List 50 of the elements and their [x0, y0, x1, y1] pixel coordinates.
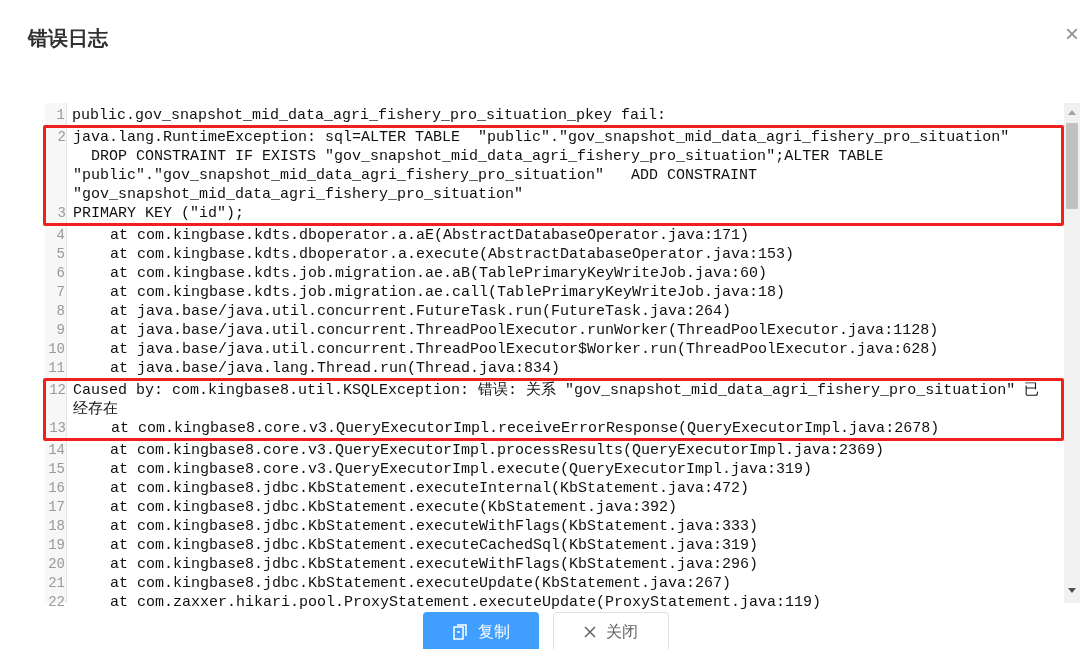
line-number: 3: [56, 204, 67, 223]
line-number: 21: [47, 574, 66, 593]
log-line: at java.base/java.util.concurrent.FutureTask.run(FutureTask.java:264): [109, 302, 732, 321]
copy-icon: [451, 624, 468, 640]
log-line: at com.kingbase8.core.v3.QueryExecutorImpl.execute(QueryExecutorImpl.java:319): [109, 460, 813, 479]
log-line: at com.kingbase8.jdbc.KbStatement.executeCachedSql(KbStatement.java:319): [109, 536, 759, 555]
line-number: 1: [55, 106, 66, 125]
log-line: at com.zaxxer.hikari.pool.ProxyStatement.executeUpdate(ProxyStatement.java:119): [109, 593, 822, 612]
log-line: java.lang.RuntimeException: sql=ALTER TABLE "public"."gov_snapshot_mid_data_agri_fishery_pro_situation" DROP CONSTRAINT IF EXISTS "gov_snapshot_mid_data_agri_fishery_pro_situation";ALTER TABLE "public"."gov_snapshot_mid_data_agri_fishery_pro_situation" ADD CONSTRAINT "gov_snapshot_mid_data_agri_fishery_pro_situation": [73, 128, 1010, 204]
log-line: at java.base/java.lang.Thread.run(Thread.java:834): [109, 359, 561, 378]
line-number: 11: [47, 359, 66, 378]
log-line: public.gov_snapshot_mid_data_agri_fishery_pro_situation_pkey fail:: [72, 106, 667, 125]
log-line: at java.base/java.util.concurrent.ThreadPoolExecutor.runWorker(ThreadPoolExecutor.java:1128): [109, 321, 939, 340]
line-number: 7: [55, 283, 66, 302]
line-number: 19: [47, 536, 66, 555]
log-line: at com.kingbase.kdts.dboperator.a.execute(AbstractDatabaseOperator.java:153): [109, 245, 795, 264]
line-number: 17: [47, 498, 66, 517]
line-number: 13: [48, 419, 67, 438]
line-number: 14: [47, 441, 66, 460]
close-button[interactable]: ×: [1065, 22, 1079, 46]
copy-button[interactable]: 复制: [422, 612, 539, 649]
log-line: at com.kingbase8.jdbc.KbStatement.execute(KbStatement.java:392): [109, 498, 678, 517]
line-number: 5: [55, 245, 66, 264]
log-line: at com.kingbase.kdts.job.migration.ae.aB(TablePrimaryKeyWriteJob.java:60): [109, 264, 768, 283]
close-icon: [583, 626, 596, 638]
line-number: 4: [55, 226, 66, 245]
line-number: 20: [47, 555, 66, 574]
line-number: 18: [47, 517, 66, 536]
log-line: at com.kingbase8.core.v3.QueryExecutorImpl.receiveErrorResponse(QueryExecutorImpl.java:2678): [110, 419, 940, 438]
line-number: 9: [55, 321, 66, 340]
line-number: 15: [47, 460, 66, 479]
line-number: 12: [48, 381, 67, 400]
line-number: 22: [47, 593, 66, 612]
line-number: 16: [47, 479, 66, 498]
log-line: at java.base/java.util.concurrent.ThreadPoolExecutor$Worker.run(ThreadPoolExecutor.java:628): [109, 340, 939, 359]
log-line: at com.kingbase8.jdbc.KbStatement.executeInternal(KbStatement.java:472): [109, 479, 750, 498]
line-number: 8: [55, 302, 66, 321]
line-number: 6: [55, 264, 66, 283]
log-line: at com.kingbase8.jdbc.KbStatement.executeWithFlags(KbStatement.java:296): [109, 555, 759, 574]
log-line: at com.kingbase.kdts.job.migration.ae.call(TablePrimaryKeyWriteJob.java:18): [109, 283, 786, 302]
log-line: at com.kingbase.kdts.dboperator.a.aE(AbstractDatabaseOperator.java:171): [109, 226, 750, 245]
close-button[interactable]: 关闭: [552, 612, 669, 649]
scrollbar[interactable]: [1064, 103, 1080, 603]
dialog-title: 错误日志: [28, 26, 108, 51]
log-line: at com.kingbase8.core.v3.QueryExecutorImpl.processResults(QueryExecutorImpl.java:2369): [109, 441, 885, 460]
log-line: PRIMARY KEY ("id");: [73, 204, 245, 223]
line-number: 10: [47, 340, 66, 359]
log-line: at com.kingbase8.jdbc.KbStatement.executeUpdate(KbStatement.java:267): [109, 574, 732, 593]
log-line: at com.kingbase8.jdbc.KbStatement.executeWithFlags(KbStatement.java:333): [109, 517, 759, 536]
line-number: 2: [56, 128, 67, 147]
